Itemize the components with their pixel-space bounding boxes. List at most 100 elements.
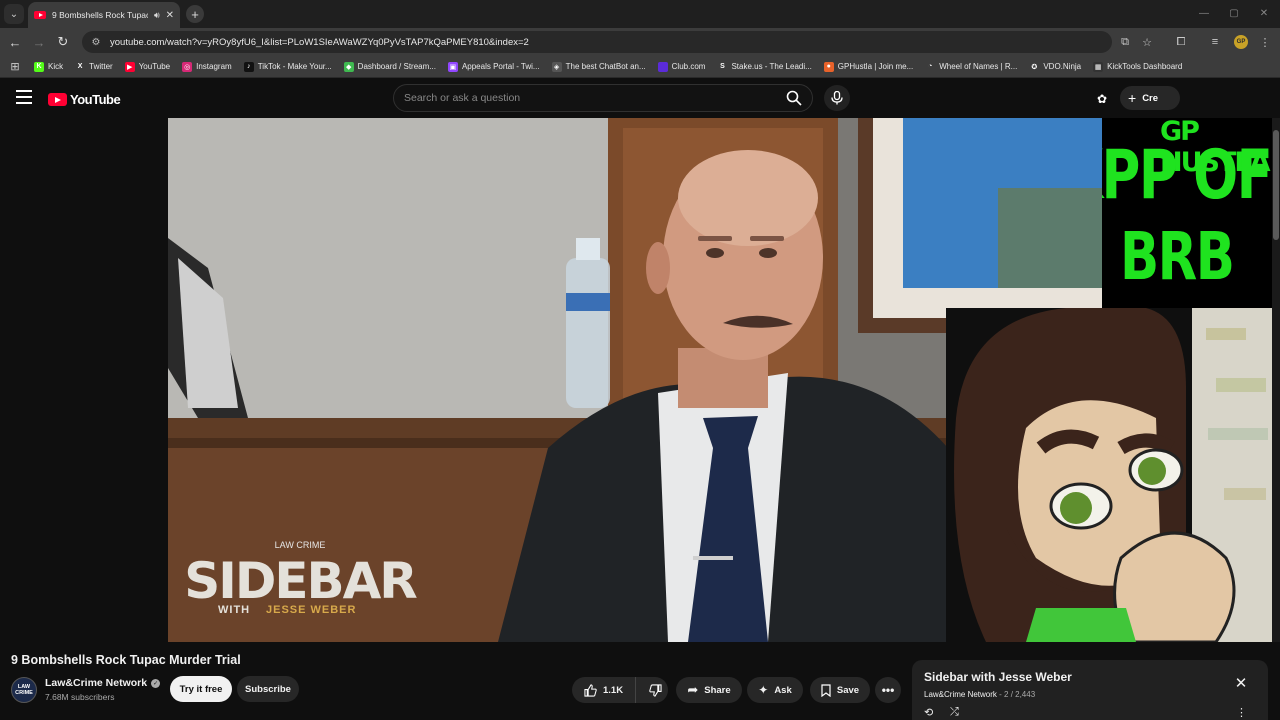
scrollbar-thumb[interactable] — [1273, 130, 1279, 240]
bookmark-favicon-icon: ▦ — [1093, 61, 1104, 72]
profile-avatar[interactable]: GP — [1234, 35, 1248, 49]
youtube-favicon-icon — [34, 11, 46, 19]
studio-icon[interactable]: ✿ — [1097, 92, 1111, 106]
search-input[interactable] — [394, 85, 780, 111]
bookmark-label: Appeals Portal - Twi... — [461, 62, 540, 71]
bookmark-item[interactable]: K Kick — [34, 61, 64, 72]
subscribe-button[interactable]: Subscribe — [237, 676, 299, 702]
create-label: Cre — [1142, 92, 1159, 104]
create-button[interactable]: + Cre — [1120, 86, 1180, 110]
microphone-icon — [831, 91, 843, 105]
like-button[interactable]: 1.1K — [572, 677, 636, 703]
bookmark-favicon-icon: K — [34, 61, 44, 72]
voice-search-button[interactable] — [824, 85, 850, 111]
bookmark-item[interactable]: ▣ Appeals Portal - Twi... — [447, 61, 540, 72]
playlist-title[interactable]: Sidebar with Jesse Weber — [924, 670, 1072, 684]
more-actions-button[interactable]: ••• — [875, 677, 901, 703]
bookmark-label: YouTube — [138, 62, 171, 71]
like-dislike-group: 1.1K — [572, 677, 668, 703]
arrow-right-icon: → — [32, 34, 46, 50]
share-arrow-icon: ➦ — [687, 682, 699, 697]
dislike-button[interactable] — [642, 683, 668, 697]
bookmark-label: KickTools Dashboard — [1107, 62, 1183, 71]
maximize-window-button[interactable]: ▢ — [1224, 4, 1244, 22]
overlay-line-2: KPP OFF — [1102, 136, 1272, 215]
media-controls-icon[interactable]: ≡ — [1208, 35, 1222, 49]
cartoon-character-image — [946, 308, 1272, 642]
bookmark-label: Kick — [48, 62, 64, 71]
tab-search-button[interactable]: ⌄ — [4, 4, 24, 24]
chevron-down-icon: ⌄ — [9, 8, 19, 20]
bookmark-item[interactable]: S Stake.us - The Leadi... — [717, 61, 812, 72]
search-button[interactable] — [780, 85, 808, 111]
speaker-icon[interactable]: 🔊︎ — [154, 10, 160, 21]
browser-tab-active[interactable]: 9 Bombshells Rock Tupac M 🔊︎ ✕ — [28, 2, 180, 28]
loop-icon[interactable]: ⟲ — [924, 706, 933, 719]
site-info-icon[interactable]: ⚙ — [90, 36, 102, 48]
bookmark-favicon-icon: ◆ — [343, 61, 354, 72]
youtube-play-icon — [48, 93, 67, 106]
apps-grid-icon[interactable]: ⊞ — [8, 60, 22, 73]
reload-button[interactable]: ↻ — [55, 34, 71, 50]
playlist-panel: Sidebar with Jesse Weber Law&Crime Netwo… — [912, 660, 1268, 720]
overlay-line-3: BRB — [1120, 218, 1235, 295]
bookmark-favicon-icon — [657, 61, 668, 72]
like-count: 1.1K — [603, 684, 624, 696]
shuffle-icon[interactable]: ⤮ — [950, 706, 959, 719]
playlist-position: - 2 / 2,443 — [996, 690, 1036, 699]
channel-avatar[interactable]: LAW CRIME — [11, 677, 37, 703]
bookmark-label: The best ChatBot an... — [565, 62, 646, 71]
bookmark-item[interactable]: ▶ YouTube — [124, 61, 171, 72]
watermark-sub-name: JESSE WEBER — [266, 604, 356, 616]
subscriber-count: 7.68M subscribers — [45, 692, 115, 702]
video-title: 9 Bombshells Rock Tupac Murder Trial — [11, 653, 241, 667]
tab-title: 9 Bombshells Rock Tupac M — [52, 10, 148, 20]
plus-icon: + — [191, 6, 199, 22]
channel-name-link[interactable]: Law&Crime Network ✓ — [45, 677, 161, 689]
thumbs-down-icon — [648, 683, 662, 697]
more-horizontal-icon: ••• — [881, 683, 895, 697]
address-bar[interactable]: ⚙ youtube.com/watch?v=yROy8yfU6_I&list=P… — [82, 31, 1112, 53]
bookmark-label: Instagram — [196, 62, 232, 71]
bookmark-item[interactable]: Club.com — [657, 61, 705, 72]
plus-icon: + — [1128, 90, 1137, 106]
cast-icon[interactable]: ⧉ — [1118, 35, 1132, 49]
bookmark-item[interactable]: ● GPHustla | Join me... — [823, 61, 914, 72]
bookmark-favicon-icon: S — [717, 61, 728, 72]
browser-menu-icon[interactable]: ⋮ — [1258, 35, 1272, 49]
bookmark-label: GPHustla | Join me... — [837, 62, 914, 71]
back-button[interactable]: ← — [7, 34, 23, 50]
bookmark-item[interactable]: ♪ TikTok - Make Your... — [243, 61, 332, 72]
browser-tab-strip: ⌄ 9 Bombshells Rock Tupac M 🔊︎ ✕ + — ▢ ✕ — [0, 0, 1280, 28]
playlist-meta: Law&Crime Network - 2 / 2,443 — [924, 690, 1035, 699]
bookmark-item[interactable]: ◆ Dashboard / Stream... — [343, 61, 436, 72]
youtube-logo[interactable]: YouTube — [48, 92, 121, 107]
ask-button[interactable]: ✦ Ask — [747, 677, 803, 703]
bookmark-item[interactable]: ▦ KickTools Dashboard — [1093, 61, 1183, 72]
minimize-window-button[interactable]: — — [1194, 4, 1214, 22]
close-tab-icon[interactable]: ✕ — [166, 10, 174, 21]
bookmark-item[interactable]: X Twitter — [75, 61, 113, 72]
extensions-icon[interactable]: ⧠ — [1174, 35, 1188, 49]
share-button[interactable]: ➦ Share — [676, 677, 742, 703]
close-window-button[interactable]: ✕ — [1254, 4, 1274, 22]
bookmark-star-icon[interactable]: ☆ — [1140, 35, 1154, 49]
streamer-avatar-overlay — [946, 308, 1272, 642]
playlist-owner[interactable]: Law&Crime Network — [924, 690, 997, 699]
new-tab-button[interactable]: + — [186, 5, 204, 23]
save-button[interactable]: Save — [810, 677, 870, 703]
thumbs-up-icon — [584, 683, 597, 697]
playlist-more-icon[interactable]: ⋮ — [1236, 706, 1247, 719]
search-icon — [786, 90, 802, 106]
watermark-sub-prefix: WITH — [218, 604, 250, 616]
bookmark-item[interactable]: ✪ VDO.Ninja — [1029, 61, 1081, 72]
browser-toolbar: ← → ↻ ⚙ youtube.com/watch?v=yROy8yfU6_I&… — [0, 28, 1280, 56]
forward-button[interactable]: → — [31, 34, 47, 50]
bookmark-item[interactable]: ◔ Wheel of Names | R... — [925, 61, 1017, 72]
close-playlist-button[interactable]: ✕ — [1232, 674, 1250, 692]
guide-menu-icon[interactable] — [16, 90, 32, 104]
bookmark-item[interactable]: ◈ The best ChatBot an... — [551, 61, 646, 72]
bookmark-favicon-icon: ▶ — [124, 61, 135, 72]
bookmark-item[interactable]: ◎ Instagram — [182, 61, 232, 72]
try-it-free-button[interactable]: Try it free — [170, 676, 232, 702]
